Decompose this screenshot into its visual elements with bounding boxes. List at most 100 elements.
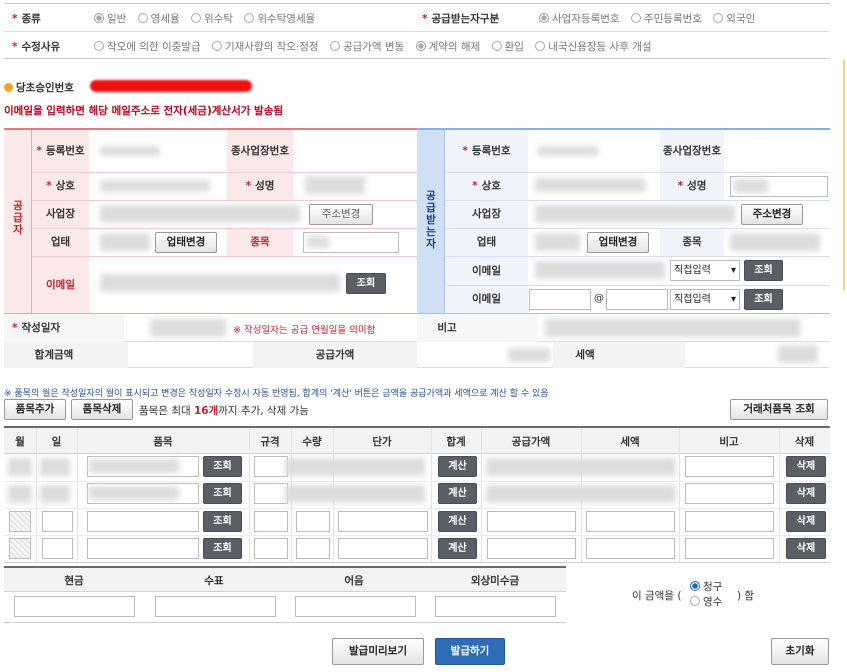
row4-spec-input[interactable] bbox=[254, 538, 288, 559]
row1-calc-button[interactable]: 계산 bbox=[438, 456, 477, 477]
receipt-radio[interactable]: 영수 bbox=[690, 594, 722, 609]
supplier-regno-label: * 등록번호 bbox=[36, 145, 85, 157]
receiver-email-value bbox=[535, 261, 665, 279]
supplier-address-change-button[interactable]: 주소변경 bbox=[309, 204, 373, 225]
receiver-email-domain-select[interactable]: 직접입력 bbox=[670, 260, 740, 281]
row4-supply-input[interactable] bbox=[487, 538, 576, 559]
row4-remark-input[interactable] bbox=[685, 538, 774, 559]
payment-credit-input[interactable] bbox=[435, 596, 556, 617]
row3-item-input[interactable] bbox=[87, 511, 199, 532]
type-option-general[interactable]: 일반 bbox=[94, 11, 126, 26]
approval-number-redacted bbox=[90, 80, 252, 92]
supplier-name-label: * 성명 bbox=[245, 180, 275, 192]
recipient-option-foreigner[interactable]: 외국인 bbox=[713, 11, 755, 26]
row1-item-value bbox=[89, 459, 179, 473]
receiver-email2-lookup-button[interactable]: 조회 bbox=[744, 289, 783, 310]
receiver-email2-domain-input[interactable] bbox=[606, 289, 668, 310]
supplier-company-label: * 상호 bbox=[46, 180, 75, 192]
row2-remark-input[interactable] bbox=[685, 483, 774, 504]
row4-delete-button[interactable]: 삭제 bbox=[786, 538, 826, 559]
row3-calc-button[interactable]: 계산 bbox=[438, 511, 477, 532]
reason-option-cancel[interactable]: 계약의 해제 bbox=[415, 39, 480, 54]
receiver-biztype-change-button[interactable]: 업태변경 bbox=[587, 232, 649, 253]
row3-price-input[interactable] bbox=[338, 511, 428, 532]
type-option-zero-rate[interactable]: 영세율 bbox=[137, 11, 180, 26]
supplier-biztype-change-button[interactable]: 업태변경 bbox=[155, 232, 217, 253]
col-spec: 규격 bbox=[260, 435, 280, 448]
row1-delete-button[interactable]: 삭제 bbox=[786, 456, 826, 477]
tax-amount-label: 세액 bbox=[575, 349, 595, 361]
partner-items-lookup-button[interactable]: 거래처품목 조회 bbox=[730, 399, 828, 420]
col-day: 일 bbox=[51, 435, 62, 448]
row4-calc-button[interactable]: 계산 bbox=[438, 538, 477, 559]
row2-month bbox=[8, 485, 32, 503]
col-delete: 삭제 bbox=[794, 435, 815, 448]
supplier-address-value bbox=[100, 205, 300, 223]
reason-option-local-lc[interactable]: 내국신용장등 사후 개설 bbox=[535, 39, 652, 54]
row3-spec-input[interactable] bbox=[254, 511, 288, 532]
row4-qty-input[interactable] bbox=[296, 538, 330, 559]
row2-calc-button[interactable]: 계산 bbox=[438, 483, 477, 504]
row3-supply-input[interactable] bbox=[487, 511, 576, 532]
bullet-icon bbox=[4, 83, 13, 92]
supplier-subno-label: 종사업장번호 bbox=[231, 145, 289, 157]
delete-item-button[interactable]: 품목삭제 bbox=[71, 399, 133, 420]
row4-item-lookup-button[interactable]: 조회 bbox=[203, 538, 242, 559]
row1-spec-input[interactable] bbox=[254, 456, 288, 477]
supplier-address-label: 사업장 bbox=[46, 208, 75, 220]
reason-option-correction[interactable]: 기재사항의 착오·정정 bbox=[211, 39, 319, 54]
at-sign: @ bbox=[594, 293, 604, 304]
row1-day bbox=[40, 458, 70, 476]
reset-button[interactable]: 초기화 bbox=[771, 638, 829, 665]
row3-qty-input[interactable] bbox=[296, 511, 330, 532]
recipient-option-residentno[interactable]: 주민등록번호 bbox=[630, 11, 702, 26]
row4-day-input[interactable] bbox=[42, 538, 73, 559]
reason-option-duplicate[interactable]: 착오에 의한 이중발급 bbox=[94, 39, 201, 54]
payment-cash-label: 현금 bbox=[64, 574, 84, 587]
payment-bill-input[interactable] bbox=[295, 596, 416, 617]
col-item: 품목 bbox=[153, 435, 173, 448]
supplier-email-lookup-button[interactable]: 조회 bbox=[346, 273, 386, 294]
payment-cash-input[interactable] bbox=[14, 596, 135, 617]
row1-item-lookup-button[interactable]: 조회 bbox=[203, 456, 242, 477]
reason-option-return[interactable]: 환입 bbox=[491, 39, 524, 54]
claim-radio[interactable]: 청구 bbox=[690, 579, 722, 594]
row2-qty-price-value bbox=[285, 485, 425, 503]
supplier-email-value bbox=[100, 274, 340, 292]
row3-delete-button[interactable]: 삭제 bbox=[786, 511, 826, 532]
row1-remark-input[interactable] bbox=[685, 456, 774, 477]
row3-item-lookup-button[interactable]: 조회 bbox=[203, 511, 242, 532]
amount-pre-text: 이 금액을 ( bbox=[632, 590, 682, 602]
add-item-button[interactable]: 품목추가 bbox=[4, 399, 66, 420]
receiver-item-value bbox=[730, 233, 820, 251]
type-label: * 종류 bbox=[12, 13, 41, 25]
reason-options: 착오에 의한 이중발급 기재사항의 착오·정정 공급가액 변동 계약의 해제 환… bbox=[94, 39, 660, 54]
col-unit-price: 단가 bbox=[372, 435, 392, 448]
row4-price-input[interactable] bbox=[338, 538, 428, 559]
receiver-email2-id-input[interactable] bbox=[529, 289, 591, 310]
reason-option-amount-change[interactable]: 공급가액 변동 bbox=[329, 39, 404, 54]
row3-tax-input[interactable] bbox=[586, 511, 675, 532]
payment-check-input[interactable] bbox=[155, 596, 276, 617]
receiver-address-change-button[interactable]: 주소변경 bbox=[741, 204, 803, 225]
type-option-consign-zero[interactable]: 위수탁영세율 bbox=[244, 11, 315, 26]
issue-button[interactable]: 발급하기 bbox=[435, 638, 505, 665]
row2-day bbox=[40, 485, 70, 503]
preview-issue-button[interactable]: 발급미리보기 bbox=[332, 638, 424, 665]
supply-amount-value bbox=[508, 348, 550, 362]
type-option-consign[interactable]: 위수탁 bbox=[191, 11, 233, 26]
row2-spec-input[interactable] bbox=[254, 483, 288, 504]
row3-day-input[interactable] bbox=[42, 511, 73, 532]
receiver-email2-domain-select[interactable]: 직접입력 bbox=[670, 289, 740, 310]
approval-label: 당초승인번호 bbox=[4, 80, 74, 95]
row3-remark-input[interactable] bbox=[685, 511, 774, 532]
recipient-option-bizno[interactable]: 사업자등록번호 bbox=[539, 11, 620, 26]
supplier-company-value bbox=[100, 180, 210, 192]
row4-tax-input[interactable] bbox=[586, 538, 675, 559]
row4-item-input[interactable] bbox=[87, 538, 199, 559]
row2-delete-button[interactable]: 삭제 bbox=[786, 483, 826, 504]
tax-invoice-form: * 종류 일반 영세율 위수탁 위수탁영세율 * 공급받는자구분 사업자등록번호 주… bbox=[0, 0, 847, 672]
reason-row: * 수정사유 착오에 의한 이중발급 기재사항의 착오·정정 공급가액 변동 계약… bbox=[4, 31, 830, 58]
row2-item-lookup-button[interactable]: 조회 bbox=[203, 483, 242, 504]
receiver-email-lookup-button[interactable]: 조회 bbox=[744, 260, 783, 281]
